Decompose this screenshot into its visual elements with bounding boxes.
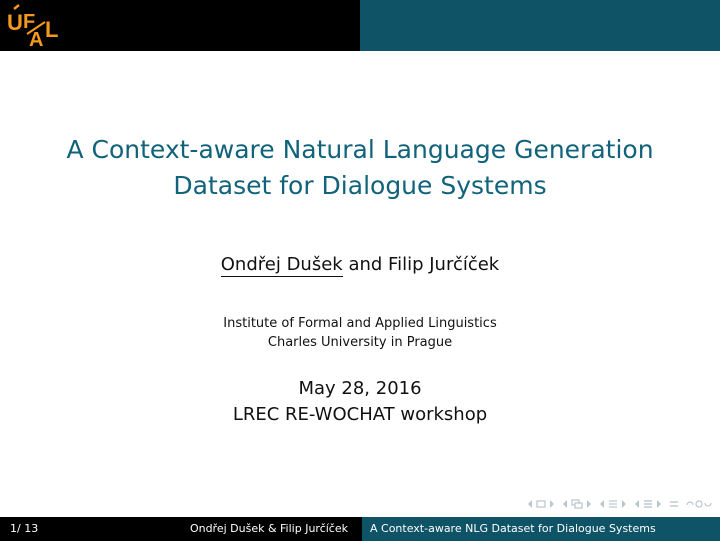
authors: Ondřej Dušek and Filip Jurčíček: [0, 254, 720, 277]
nav-left-arrow-icon[interactable]: [599, 499, 605, 509]
institute: Institute of Formal and Applied Linguist…: [0, 314, 720, 352]
subsection-icon[interactable]: [571, 499, 583, 509]
svg-text:L: L: [45, 17, 58, 42]
document-icon[interactable]: [643, 499, 653, 509]
nav-right-arrow-icon[interactable]: [549, 499, 555, 509]
institute-line-2: Charles University in Prague: [267, 335, 453, 350]
presenter-name: Ondřej Dušek: [220, 254, 343, 277]
nav-left-arrow-icon[interactable]: [562, 499, 568, 509]
date: May 28, 2016: [298, 378, 422, 399]
nav-left-arrow-icon[interactable]: [527, 499, 533, 509]
event-info: May 28, 2016 LREC RE-WOCHAT workshop: [0, 376, 720, 428]
workshop-name: LREC RE-WOCHAT workshop: [232, 404, 488, 425]
beamer-navigation: [527, 496, 712, 512]
nav-left-arrow-icon[interactable]: [634, 499, 640, 509]
header-bar: U F A L: [0, 0, 720, 51]
page-number: 1/ 13: [10, 522, 39, 535]
section-icon[interactable]: [608, 499, 618, 509]
slide: U F A L A Context-aware Natural Language…: [0, 0, 720, 541]
footer-right-band: A Context-aware NLG Dataset for Dialogue…: [362, 517, 720, 541]
frame-icon[interactable]: [536, 499, 546, 509]
search-icon[interactable]: [686, 499, 712, 509]
section-nav: [599, 499, 627, 509]
subsection-nav: [562, 499, 592, 509]
svg-text:A: A: [29, 29, 43, 48]
footer-authors: Ondřej Dušek & Filip Jurčíček: [189, 522, 348, 535]
nav-right-arrow-icon[interactable]: [621, 499, 627, 509]
toc-icon[interactable]: [669, 499, 679, 509]
coauthor-text: and Filip Jurčíček: [342, 254, 500, 275]
ufal-logo-icon: U F A L: [7, 4, 58, 48]
document-nav: [634, 499, 662, 509]
nav-right-arrow-icon[interactable]: [586, 499, 592, 509]
svg-text:U: U: [7, 10, 23, 35]
nav-right-arrow-icon[interactable]: [656, 499, 662, 509]
institute-line-1: Institute of Formal and Applied Linguist…: [223, 316, 497, 331]
footer-bar: 1/ 13 Ondřej Dušek & Filip Jurčíček A Co…: [0, 517, 720, 541]
title-line-2: Dataset for Dialogue Systems: [173, 171, 547, 200]
title-line-1: A Context-aware Natural Language Generat…: [66, 135, 654, 164]
header-right-band: [360, 0, 720, 51]
footer-short-title: A Context-aware NLG Dataset for Dialogue…: [370, 522, 656, 535]
footer-left-band: 1/ 13 Ondřej Dušek & Filip Jurčíček: [0, 517, 362, 541]
frame-nav: [527, 499, 555, 509]
header-left-band: U F A L: [0, 0, 360, 51]
slide-title: A Context-aware Natural Language Generat…: [0, 132, 720, 204]
